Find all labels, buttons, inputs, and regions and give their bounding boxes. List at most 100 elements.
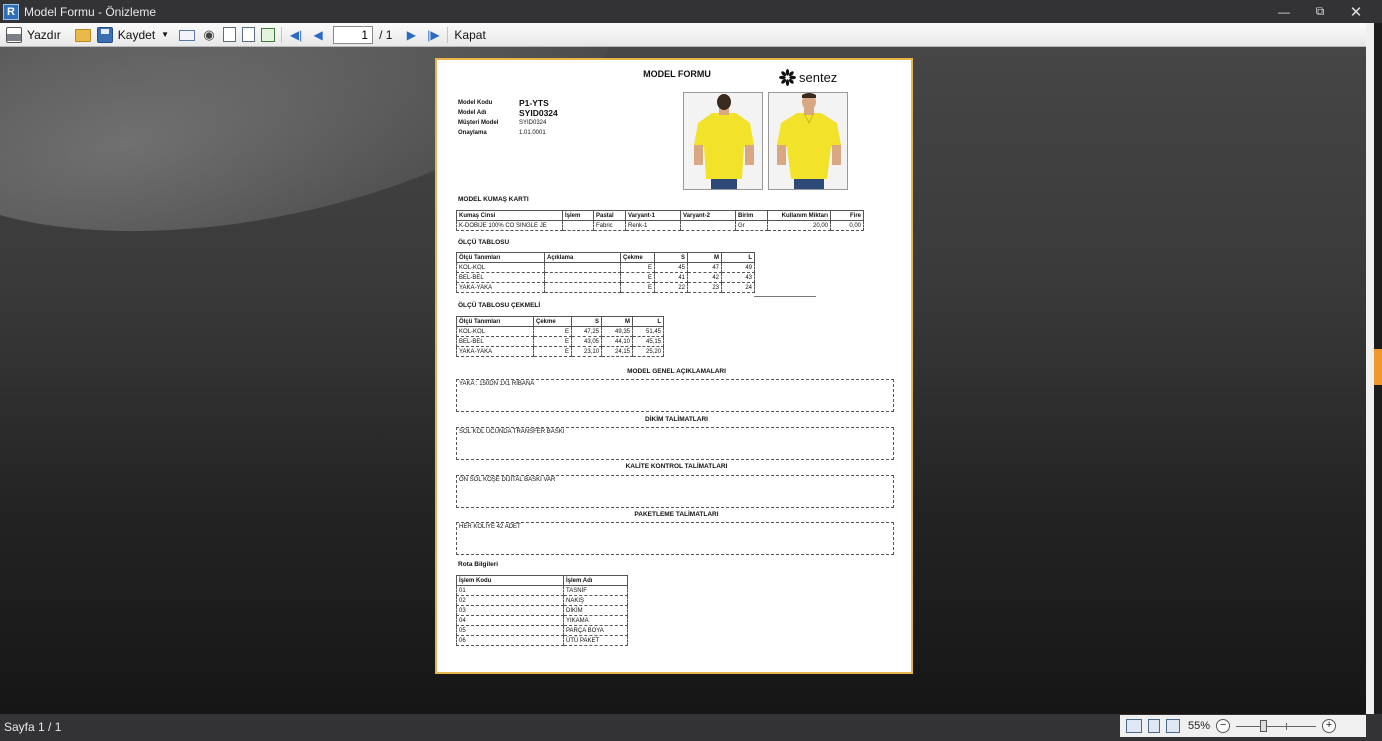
route-section-title: Rota Bilgileri (458, 561, 499, 568)
whole-page-icon[interactable] (1148, 719, 1160, 733)
column-header: Kullanım Miktarı (767, 210, 831, 221)
table-row: 02 NAKIŞ (456, 595, 628, 606)
model-name-label: Model Adı (458, 110, 487, 116)
model-info-row: Onaylama 1.01.0001 (458, 128, 558, 138)
table-cell (544, 272, 621, 283)
first-page-icon: ◀​| (289, 27, 303, 42)
table-cell: DİKİM (563, 605, 628, 616)
table-cell: 43 (721, 272, 755, 283)
scroll-thumb[interactable] (1374, 349, 1382, 385)
size-section-title: ÖLÇÜ TABLOSU (458, 239, 510, 246)
sewing-notes-title: DİKİM TALİMATLARI (645, 416, 708, 423)
table-cell: ÜTÜ PAKET (563, 635, 628, 646)
table-row: 04 YIKAMA (456, 615, 628, 626)
table-cell: TASNİF (563, 585, 628, 596)
table-cell: 24 (721, 282, 755, 293)
page-setup-icon (223, 27, 237, 42)
table-row: BEL-BEL E 43,05 44,10 45,15 (456, 336, 664, 347)
logo-mark-icon (779, 69, 796, 86)
table-row: YAKA-YAKA E 22 23 24 (456, 282, 755, 293)
save-button[interactable]: Kaydet ▼ (94, 25, 172, 45)
column-header: Fire (830, 210, 864, 221)
fit-page-button[interactable] (258, 25, 278, 45)
email-icon (179, 30, 196, 41)
last-page-button[interactable]: |▶ (422, 25, 444, 45)
column-header: İşlem Kodu (456, 575, 564, 586)
table-cell: 20,00 (767, 220, 831, 231)
customer-model-label: Müşteri Model (458, 120, 499, 126)
column-header: M (601, 316, 633, 327)
column-header: Varyant-2 (680, 210, 736, 221)
multi-page-icon[interactable] (1166, 719, 1180, 733)
table-cell: E (620, 272, 655, 283)
table-cell: BEL-BEL (456, 336, 534, 347)
table-cell: 45,15 (632, 336, 664, 347)
table-cell: 47 (687, 262, 722, 273)
find-icon: ◉ (203, 26, 215, 42)
table-cell: 23 (687, 282, 722, 293)
table-header-row: Ölçü Tanımları Açıklama Çekme S M L (456, 252, 755, 263)
window-title: Model Formu - Önizleme (24, 4, 157, 19)
approval-value: 1.01.0001 (519, 130, 546, 136)
table-row: KOL-KOL E 47,25 49,35 51,45 (456, 326, 664, 337)
column-header: Ölçü Tanımları (456, 316, 534, 327)
close-preview-button[interactable]: Kapat (451, 25, 488, 45)
page-layout-button[interactable] (220, 25, 239, 45)
vertical-scrollbar[interactable] (1366, 23, 1382, 714)
chevron-down-icon[interactable]: ▼ (161, 30, 169, 39)
company-logo: sentez (779, 69, 837, 86)
column-header: M (687, 252, 722, 263)
table-cell (680, 220, 736, 231)
table-cell: 01 (456, 585, 564, 596)
packing-notes-box: HER KOLİYE 42 ADET (456, 522, 894, 555)
fabric-table: Kumaş Cinsi İşlem Pastal Varyant-1 Varya… (456, 210, 864, 231)
route-table: İşlem Kodu İşlem Adı 01 TASNİF 02 NAKIŞ 03… (456, 575, 628, 646)
model-info-row: Müşteri Model SYID0324 (458, 118, 558, 128)
status-bar: Sayfa 1 / 1 55% − + (0, 714, 1382, 741)
table-cell: KOL-KOL (456, 262, 545, 273)
print-button[interactable]: Yazdır (3, 25, 64, 45)
zoom-slider-handle[interactable] (1260, 719, 1268, 732)
table-cell: PARÇA BOYA (563, 625, 628, 636)
table-cell (544, 262, 621, 273)
page-total: / 1 (379, 27, 393, 42)
page-number-input[interactable] (333, 25, 374, 44)
zoom-level: 55% (1188, 720, 1211, 732)
minimize-button[interactable]: — (1266, 0, 1302, 23)
table-cell: Renk-1 (625, 220, 681, 231)
table-row: BEL-BEL E 41 42 43 (456, 272, 755, 283)
table-row: 01 TASNİF (456, 585, 628, 596)
first-page-button[interactable]: ◀​| (285, 25, 307, 45)
model-info: Model Kodu P1-YTS Model Adı SYID0324 Müş… (458, 98, 558, 138)
open-icon (74, 29, 91, 42)
save-label: Kaydet (117, 27, 156, 42)
email-button[interactable] (176, 25, 198, 45)
table-cell: KOL-KOL (456, 326, 534, 337)
next-page-button[interactable]: ▶ (400, 25, 422, 45)
zoom-slider[interactable] (1236, 719, 1317, 732)
restore-button[interactable]: ⧉ (1302, 0, 1338, 23)
toolbar: Yazdır Kaydet ▼ ◉ ◀​| ◀ / 1 ▶ |▶ Kapat (0, 23, 1366, 47)
table-header-row: İşlem Kodu İşlem Adı (456, 575, 628, 586)
open-button[interactable] (72, 25, 94, 45)
model-name-value: SYID0324 (519, 108, 558, 118)
table-cell: K-DOBIJE 100% CO SINGLE JE (456, 220, 563, 231)
close-preview-label: Kapat (454, 27, 486, 42)
table-cell: 51,45 (632, 326, 664, 337)
table-cell: 43,05 (571, 336, 602, 347)
general-notes-box: YAKA : 150DN 1X1 RİBANA (456, 379, 894, 412)
general-notes-title: MODEL GENEL AÇIKLAMALARI (627, 368, 726, 375)
column-header: Kumaş Cinsi (456, 210, 563, 221)
find-button[interactable]: ◉ (198, 25, 220, 45)
column-header: Ölçü Tanımları (456, 252, 545, 263)
parameters-button[interactable] (239, 25, 258, 45)
zoom-out-button[interactable]: − (1216, 719, 1231, 733)
prev-page-button[interactable]: ◀ (307, 25, 329, 45)
table-cell: 06 (456, 635, 564, 646)
table-cell: 42 (687, 272, 722, 283)
page-width-icon[interactable] (1126, 719, 1142, 733)
column-header: Açıklama (544, 252, 621, 263)
close-window-button[interactable]: ✕ (1338, 0, 1374, 23)
zoom-in-button[interactable]: + (1322, 719, 1337, 733)
table-cell: 25,20 (632, 346, 664, 357)
